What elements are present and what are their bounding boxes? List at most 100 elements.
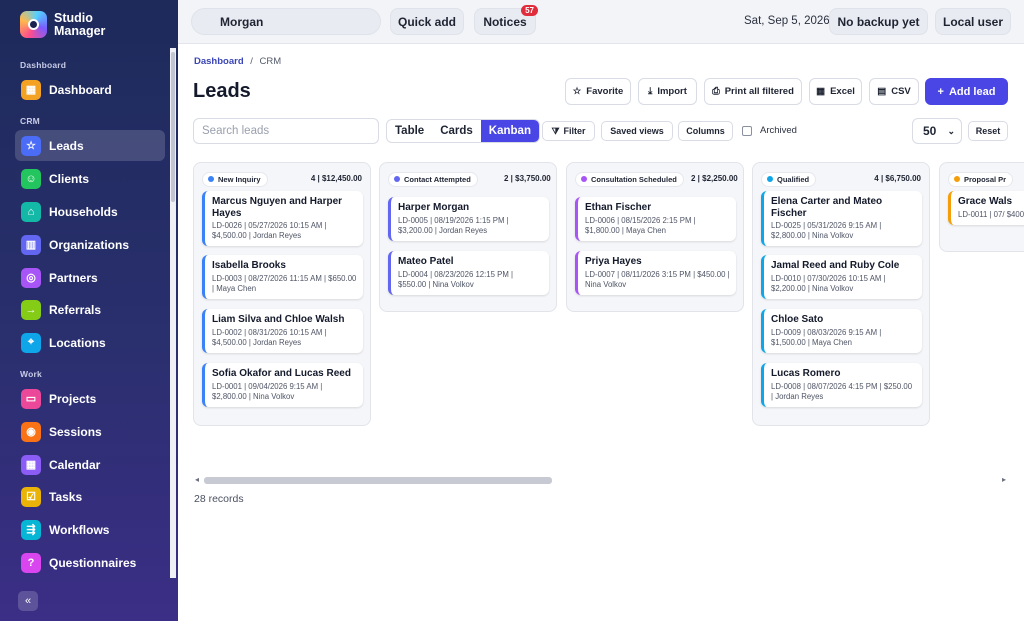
lead-meta: LD-0025 | 05/31/2026 9:15 AM | $2,800.00… [771,221,882,240]
stage-name: Proposal Pr [964,174,1007,184]
sidebar-item-label: Questionnaires [49,555,137,570]
lead-card[interactable]: Ethan Fischer LD-0006 | 08/15/2026 2:15 P… [575,197,736,241]
scroll-right-icon[interactable]: ▸ [1002,475,1006,484]
breadcrumb-dashboard-link[interactable]: Dashboard [194,56,244,67]
page-size-value: 50 [923,124,937,138]
reset-button[interactable]: Reset [968,121,1008,141]
lead-card[interactable]: Elena Carter and Mateo Fischer LD-0025 | … [761,191,922,246]
sidebar: Studio Manager Dashboard CRM Work ▦ Dashb… [0,0,178,621]
lead-meta: LD-0004 | 08/23/2026 12:15 PM | $550.00 … [398,269,514,289]
sidebar-item-locations[interactable]: ⌖ Locations [15,327,165,358]
stage-tag: Proposal Pr [948,171,1014,187]
kanban-column: Proposal Pr Grace Wals LD-0011 | 07/ $400.… [939,162,1024,252]
page-size-select[interactable]: 50 ⌄ [912,118,962,144]
scroll-left-icon[interactable]: ◂ [195,475,199,484]
local-user-button[interactable]: Local user [935,8,1011,35]
lead-card[interactable]: Sofia Okafor and Lucas Reed LD-0001 | 09/… [202,363,363,407]
section-label-work: Work [20,369,42,379]
print-all-filtered-button[interactable]: ⎙ Print all filtered [704,78,802,105]
view-kanban-tab[interactable]: Kanban [480,120,539,142]
view-switcher: Table Cards Kanban [386,119,540,143]
notices-button[interactable]: Notices 57 [474,5,538,35]
lead-card[interactable]: Lucas Romero LD-0008 | 08/07/2026 4:15 PM… [761,363,922,407]
sidebar-item-workflows[interactable]: ⇶ Workflows [15,514,165,545]
lead-card[interactable]: Grace Wals LD-0011 | 07/ $400.00 | Jo [948,191,1024,225]
import-button[interactable]: ⤓ Import [638,78,697,105]
lead-card[interactable]: Harper Morgan LD-0005 | 08/19/2026 1:15 P… [388,197,549,241]
stage-dot-icon [581,176,587,182]
camera-icon: ◉ [21,421,41,442]
notices-label: Notices [483,14,527,29]
sidebar-scrollbar-thumb[interactable] [171,52,175,202]
sidebar-item-label: Referrals [49,302,102,317]
pin-icon: ⌖ [21,332,41,353]
stage-dot-icon [394,176,400,182]
lead-card[interactable]: Mateo Patel LD-0004 | 08/23/2026 12:15 PM… [388,251,549,295]
lead-name: Ethan Fischer [585,202,652,213]
sidebar-item-tasks[interactable]: ☑ Tasks [15,481,165,512]
lead-card[interactable]: Priya Hayes LD-0007 | 08/11/2026 3:15 PM … [575,251,736,295]
lead-name: Chloe Sato [771,314,824,325]
sidebar-item-clients[interactable]: ☺ Clients [15,163,165,194]
lead-meta: LD-0007 | 08/11/2026 3:15 PM | $450.00 |… [585,269,730,289]
sidebar-item-label: Locations [49,335,106,350]
lead-name: Priya Hayes [585,256,642,267]
kanban-column-header: New Inquiry 4 | $12,450.00 [202,171,362,187]
breadcrumb-separator: / [250,56,253,67]
lead-card[interactable]: Jamal Reed and Ruby Cole LD-0010 | 07/30/… [761,255,922,299]
columns-button[interactable]: Columns [678,121,733,141]
stage-name: Qualified [777,174,810,184]
sidebar-item-leads[interactable]: ☆ Leads [15,130,165,161]
stage-dot-icon [767,176,773,182]
archived-checkbox[interactable] [742,126,752,136]
stage-tag: New Inquiry [202,171,268,187]
excel-export-button[interactable]: ▦ Excel [809,78,862,105]
grid-icon: ▦ [21,79,41,100]
sidebar-item-projects[interactable]: ▭ Projects [15,383,165,414]
lead-name: Marcus Nguyen and Harper Hayes [212,196,343,219]
records-count: 28 records [194,493,244,505]
sidebar-item-dashboard[interactable]: ▦ Dashboard [15,74,165,105]
app-logo-icon [20,11,47,38]
filter-button[interactable]: ⧩ Filter [542,121,595,141]
quick-add-button[interactable]: Quick add [390,8,464,35]
kanban-column: Consultation Scheduled 2 | $2,250.00 Ethan… [566,162,744,312]
current-date: Sat, Sep 5, 2026 [744,15,830,27]
search-input[interactable]: Search leads [193,118,379,144]
kanban-horizontal-scrollbar[interactable]: ◂ ▸ [193,474,1008,486]
saved-views-button[interactable]: Saved views [601,121,673,141]
sidebar-item-organizations[interactable]: ▥ Organizations [15,229,165,260]
handshake-icon: ◎ [21,267,41,288]
lead-card[interactable]: Marcus Nguyen and Harper Hayes LD-0026 | … [202,191,363,246]
brand[interactable]: Studio Manager [20,11,114,38]
sidebar-item-calendar[interactable]: ▦ Calendar [15,449,165,480]
kanban-column: Qualified 4 | $6,750.00 Elena Carter and M… [752,162,930,426]
lead-name: Elena Carter and Mateo Fischer [771,196,883,219]
csv-label: CSV [891,86,911,97]
table-icon: ▦ [816,86,826,97]
sidebar-item-questionnaires[interactable]: ? Questionnaires [15,547,165,578]
sidebar-item-sessions[interactable]: ◉ Sessions [15,416,165,447]
calendar-icon: ▦ [21,454,41,475]
sidebar-item-referrals[interactable]: → Referrals [15,294,165,325]
sidebar-item-label: Organizations [49,237,130,252]
lead-meta: LD-0008 | 08/07/2026 4:15 PM | $250.00 |… [771,381,913,401]
view-cards-tab[interactable]: Cards [432,120,481,142]
csv-export-button[interactable]: ▤ CSV [869,78,919,105]
breadcrumb: Dashboard / CRM [194,56,281,67]
sidebar-item-label: Projects [49,391,97,406]
backup-status-button[interactable]: No backup yet [829,8,928,35]
favorite-button[interactable]: ☆ Favorite [565,78,631,105]
collapse-sidebar-button[interactable]: « [18,591,38,611]
chevron-down-icon: ⌄ [947,125,955,136]
sidebar-item-partners[interactable]: ◎ Partners [15,262,165,293]
view-table-tab[interactable]: Table [387,120,432,142]
sidebar-item-households[interactable]: ⌂ Households [15,196,165,227]
lead-card[interactable]: Liam Silva and Chloe Walsh LD-0002 | 08/3… [202,309,363,353]
import-icon: ⤓ [648,86,653,97]
user-pill[interactable]: Morgan [191,8,381,35]
horizontal-scrollbar-thumb[interactable] [204,477,552,484]
lead-card[interactable]: Chloe Sato LD-0009 | 08/03/2026 9:15 AM |… [761,309,922,353]
lead-card[interactable]: Isabella Brooks LD-0003 | 08/27/2026 11:1… [202,255,363,299]
add-lead-button[interactable]: + Add lead [925,78,1008,105]
